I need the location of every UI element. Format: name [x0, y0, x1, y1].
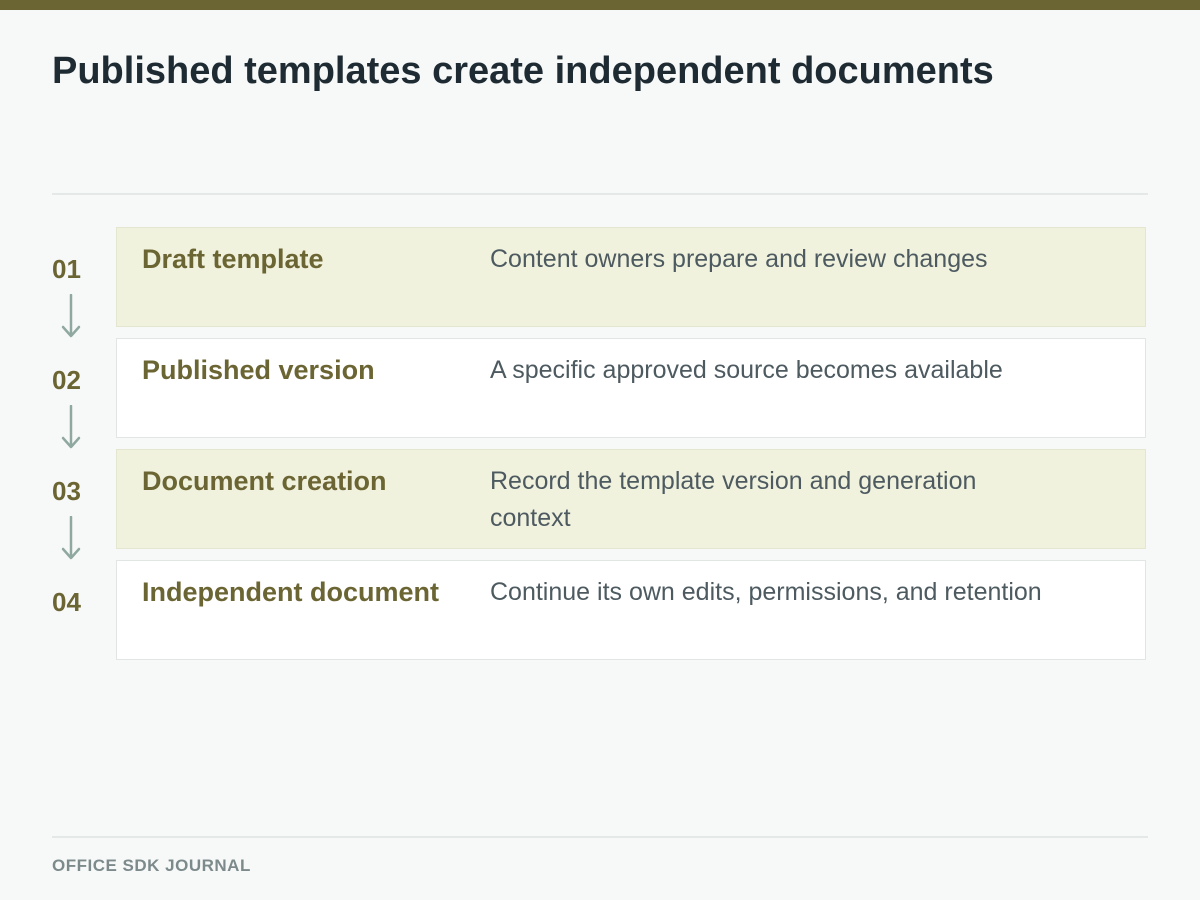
step-title: Draft template — [142, 244, 324, 274]
top-divider — [52, 193, 1148, 195]
step-title: Published version — [142, 355, 375, 385]
page-title: Published templates create independent d… — [52, 50, 994, 92]
step-description: Continue its own edits, permissions, and… — [490, 578, 1042, 606]
step-number-3: 03 — [52, 476, 81, 506]
step-card-published-version: Published version A specific approved so… — [116, 338, 1146, 438]
step-title: Independent document — [142, 577, 439, 607]
step-number-2: 02 — [52, 365, 81, 395]
top-accent-bar — [0, 0, 1200, 10]
down-arrow-icon — [61, 405, 81, 449]
down-arrow-icon — [61, 516, 81, 560]
down-arrow-icon — [61, 294, 81, 338]
step-description: A specific approved source becomes avail… — [490, 356, 1003, 384]
step-card-document-creation: Document creation Record the template ve… — [116, 449, 1146, 549]
step-card-independent-document: Independent document Continue its own ed… — [116, 560, 1146, 660]
bottom-divider — [52, 836, 1148, 838]
step-description: Record the template version and generati… — [490, 467, 977, 532]
step-number-1: 01 — [52, 254, 81, 284]
footer-label: OFFICE SDK JOURNAL — [52, 856, 251, 875]
step-number-4: 04 — [52, 587, 81, 617]
step-title: Document creation — [142, 466, 387, 496]
step-card-draft-template: Draft template Content owners prepare an… — [116, 227, 1146, 327]
step-description: Content owners prepare and review change… — [490, 245, 988, 273]
